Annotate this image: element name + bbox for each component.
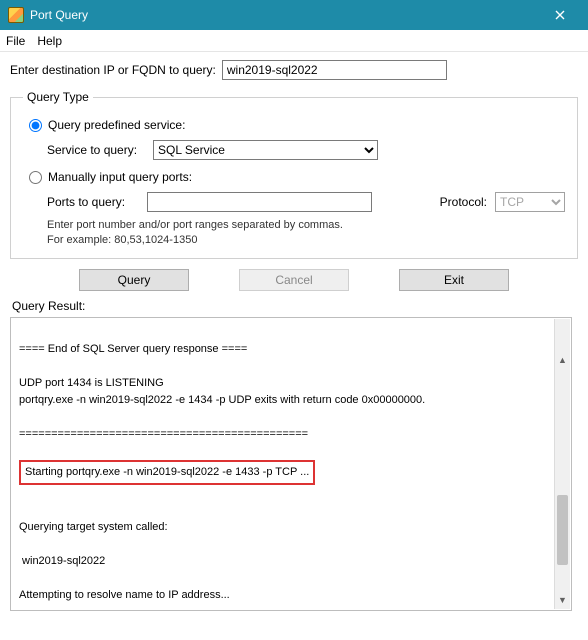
protocol-label: Protocol: [440,195,487,209]
ports-label: Ports to query: [47,195,139,209]
app-icon [8,7,24,23]
out-resolve: Attempting to resolve name to IP address… [19,589,230,601]
ports-input[interactable] [147,192,372,212]
radio-manual[interactable] [29,171,42,184]
service-label: Service to query: [47,143,147,157]
out-target: win2019-sql2022 [19,555,105,567]
scroll-track[interactable] [555,335,570,593]
query-type-legend: Query Type [23,90,93,104]
titlebar: Port Query [0,0,588,30]
close-icon [555,10,565,20]
out-sep: ========================================… [19,428,308,440]
result-output: ==== End of SQL Server query response ==… [10,317,572,611]
ports-hint-1: Enter port number and/or port ranges sep… [47,218,565,233]
ports-hint-2: For example: 80,53,1024-1350 [47,233,565,248]
out-udp: UDP port 1434 is LISTENING [19,377,164,389]
destination-input[interactable] [222,60,447,80]
query-button[interactable]: Query [79,269,189,291]
destination-label: Enter destination IP or FQDN to query: [10,63,216,77]
out-udp-exec: portqry.exe -n win2019-sql2022 -e 1434 -… [19,394,425,406]
out-end-header: ==== End of SQL Server query response ==… [19,343,247,355]
scroll-down-icon[interactable]: ▼ [555,593,570,609]
close-button[interactable] [540,0,580,30]
out-start-tcp: Starting portqry.exe -n win2019-sql2022 … [19,460,315,485]
menu-help[interactable]: Help [37,34,62,48]
radio-predefined[interactable] [29,119,42,132]
protocol-select[interactable]: TCP [495,192,565,212]
service-select[interactable]: SQL Service [153,140,378,160]
menu-file[interactable]: File [6,34,25,48]
radio-predefined-label: Query predefined service: [48,118,185,132]
window-title: Port Query [30,8,88,22]
result-label: Query Result: [12,299,578,313]
cancel-button[interactable]: Cancel [239,269,349,291]
scrollbar[interactable]: ▲ ▼ [554,319,570,609]
menubar: File Help [0,30,588,52]
query-type-group: Query Type Query predefined service: Ser… [10,90,578,259]
out-query-target: Querying target system called: [19,521,168,533]
scroll-thumb[interactable] [557,495,568,565]
exit-button[interactable]: Exit [399,269,509,291]
radio-manual-label: Manually input query ports: [48,170,192,184]
